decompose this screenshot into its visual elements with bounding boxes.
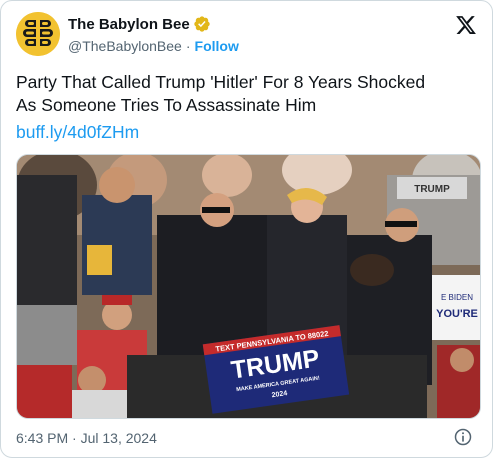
follow-button[interactable]: Follow — [195, 38, 239, 54]
tweet-text: Party That Called Trump 'Hitler' For 8 Y… — [16, 72, 426, 115]
timestamp[interactable]: 6:43 PM · Jul 13, 2024 — [16, 430, 157, 446]
tweet-link[interactable]: buff.ly/4d0fZHm — [16, 122, 139, 143]
verified-badge-icon[interactable] — [193, 15, 211, 33]
bg-sign-text: TRUMP — [414, 184, 450, 195]
bg-sign-sub: YOU'RE — [436, 308, 478, 320]
tweet-header: The Babylon Bee @TheBabylonBee · Follow — [16, 12, 477, 56]
tweet-footer: 6:43 PM · Jul 13, 2024 — [16, 427, 477, 449]
avatar[interactable] — [16, 12, 60, 56]
bg-sign-sub2: E BIDEN — [441, 293, 473, 302]
display-name-row: The Babylon Bee — [68, 14, 239, 34]
separator-dot: · — [185, 38, 191, 54]
tweet-card: The Babylon Bee @TheBabylonBee · Follow … — [0, 0, 493, 458]
x-logo-icon[interactable] — [455, 14, 477, 36]
rally-photo: TRUMP E BIDEN YOU'RE TEXT PENNSYLVANIA T… — [17, 155, 480, 418]
account-handle[interactable]: @TheBabylonBee — [68, 38, 182, 54]
account-info: The Babylon Bee @TheBabylonBee · Follow — [68, 14, 239, 55]
tweet-image[interactable]: TRUMP E BIDEN YOU'RE TEXT PENNSYLVANIA T… — [16, 154, 481, 419]
display-name[interactable]: The Babylon Bee — [68, 16, 190, 33]
info-icon[interactable] — [453, 427, 473, 447]
handle-row: @TheBabylonBee · Follow — [68, 37, 239, 55]
bee-logo-icon — [16, 12, 60, 56]
